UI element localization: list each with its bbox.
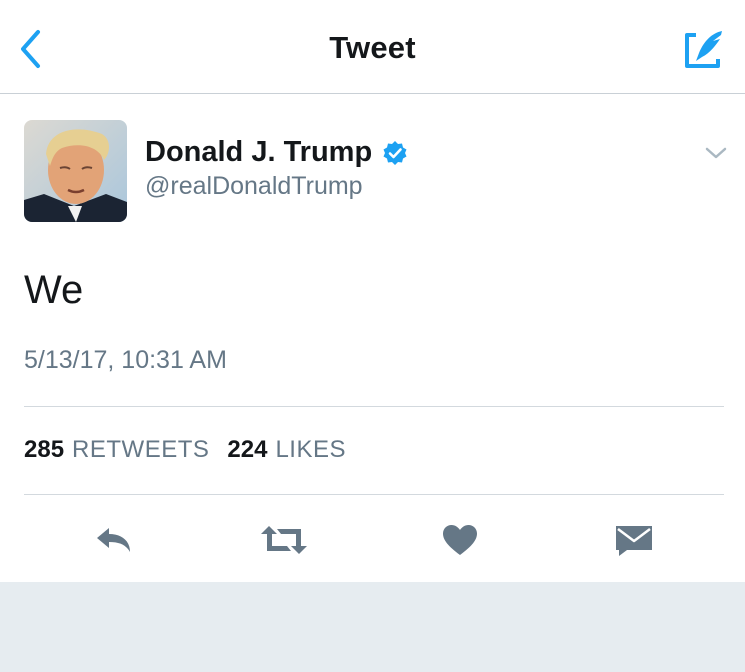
tweet-timestamp: 5/13/17, 10:31 AM xyxy=(24,346,227,374)
direct-message-button[interactable] xyxy=(608,516,660,564)
retweets-stat[interactable]: 285 RETWEETS xyxy=(24,436,209,464)
divider xyxy=(24,494,724,495)
tweet-options-caret[interactable] xyxy=(704,144,728,162)
page-title: Tweet xyxy=(329,30,416,65)
tweet-detail-page: Tweet Donald J. Trump @realDonaldTrump W… xyxy=(0,0,745,582)
likes-count: 224 xyxy=(227,436,268,463)
avatar[interactable] xyxy=(24,120,127,222)
compose-tweet-button[interactable] xyxy=(680,26,728,74)
reply-button[interactable] xyxy=(88,516,140,564)
author-name-text: Donald J. Trump xyxy=(145,136,373,168)
tweet-actions-bar xyxy=(0,510,745,570)
engagement-stats: 285 RETWEETS 224 LIKES xyxy=(24,436,364,464)
retweets-count: 285 xyxy=(24,436,65,463)
user-avatar xyxy=(24,120,127,222)
divider xyxy=(24,406,724,407)
chevron-down-icon xyxy=(705,147,727,159)
likes-label: LIKES xyxy=(275,436,346,463)
author-handle[interactable]: @realDonaldTrump xyxy=(145,172,363,201)
envelope-icon xyxy=(616,526,652,556)
tweet-text: We xyxy=(24,268,84,312)
like-button[interactable] xyxy=(434,516,486,564)
heart-icon xyxy=(443,525,477,555)
retweet-button[interactable] xyxy=(258,516,310,564)
author-name[interactable]: Donald J. Trump xyxy=(145,136,408,169)
compose-tweet-icon xyxy=(685,31,722,68)
retweet-icon xyxy=(261,526,307,554)
verified-badge-icon xyxy=(383,140,407,165)
retweets-label: RETWEETS xyxy=(72,436,210,463)
reply-icon xyxy=(97,528,130,552)
nav-header: Tweet xyxy=(0,0,745,94)
likes-stat[interactable]: 224 LIKES xyxy=(227,436,346,464)
